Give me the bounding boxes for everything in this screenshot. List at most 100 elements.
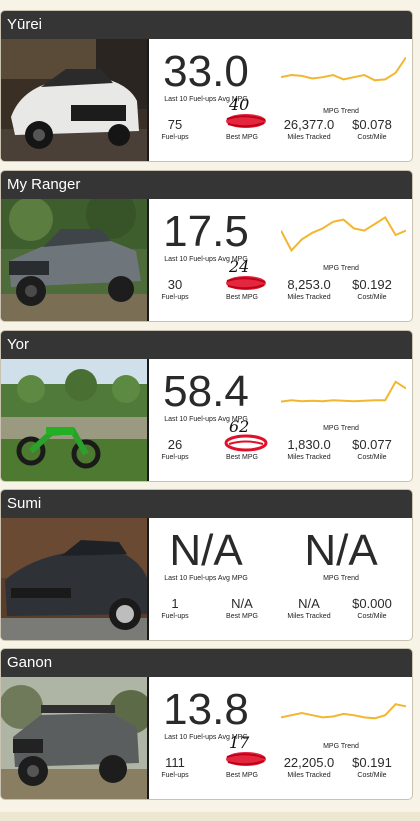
vehicle-name[interactable]: Yor	[1, 331, 412, 359]
vehicle-name[interactable]: My Ranger	[1, 171, 412, 199]
avg-mpg-label: Last 10 Fuel-ups Avg MPG	[164, 256, 248, 263]
avg-mpg-value: 33.0	[163, 47, 249, 96]
vehicle-photo[interactable]	[1, 359, 149, 481]
mpg-trend-label: MPG Trend	[323, 108, 359, 115]
fuelups-value: 1	[171, 596, 179, 611]
best-mpg-value	[217, 117, 267, 133]
mpg-trend-chart	[281, 380, 406, 403]
mpg-trend-label: MPG Trend	[323, 575, 359, 582]
vehicle-photo[interactable]	[1, 677, 149, 799]
avg-mpg-value: 17.5	[163, 207, 249, 256]
vehicle-name[interactable]: Yūrei	[1, 11, 412, 39]
vehicle-card[interactable]: Yor 58.4 Last 10 Fuel-ups Avg MPG MPG Tr…	[0, 330, 413, 482]
best-mpg-label: Best MPG	[226, 454, 258, 461]
miles-value: 8,253.0	[287, 277, 331, 292]
fuelups-stat: 26 Fuel-ups	[155, 437, 195, 463]
miles-stat: 26,377.0 Miles Tracked	[279, 117, 339, 143]
mpg-trend-label: MPG Trend	[323, 265, 359, 272]
mpg-trend-chart	[281, 56, 406, 82]
fuelups-stat: 75 Fuel-ups	[155, 117, 195, 143]
cost-value: $0.000	[352, 596, 392, 611]
cost-stat: $0.077 Cost/Mile	[347, 437, 397, 463]
best-mpg-label: Best MPG	[226, 613, 258, 620]
vehicle-card[interactable]: Ganon 13.8 Last 10 Fuel-ups Avg MPG MPG …	[0, 648, 413, 800]
fuelups-label: Fuel-ups	[161, 454, 189, 461]
fuelups-stat: 111 Fuel-ups	[155, 755, 195, 781]
avg-mpg-label: Last 10 Fuel-ups Avg MPG	[164, 734, 248, 741]
cost-stat: $0.191 Cost/Mile	[347, 755, 397, 781]
trend-line	[281, 56, 406, 82]
best-mpg-label: Best MPG	[226, 772, 258, 779]
best-mpg-value	[217, 277, 267, 293]
cost-value: $0.077	[352, 437, 392, 452]
miles-value: N/A	[298, 596, 320, 611]
fuelups-value: 75	[167, 117, 183, 132]
vehicle-card[interactable]: My Ranger 17.5 Last 10 Fuel-ups Avg MPG …	[0, 170, 413, 322]
best-mpg-value	[217, 755, 267, 771]
mpg-trend-chart	[281, 703, 406, 720]
mpg-trend-na: N/A	[304, 526, 378, 575]
vehicle-name[interactable]: Sumi	[1, 490, 412, 518]
cost-value: $0.191	[352, 755, 392, 770]
cost-stat: $0.192 Cost/Mile	[347, 277, 397, 303]
cost-label: Cost/Mile	[357, 294, 387, 301]
miles-label: Miles Tracked	[287, 772, 331, 779]
best-mpg-label: Best MPG	[226, 294, 258, 301]
mpg-trend-label: MPG Trend	[323, 743, 359, 750]
vehicle-photo[interactable]	[1, 518, 149, 640]
trend-line	[281, 380, 406, 403]
fuelups-stat: 1 Fuel-ups	[155, 596, 195, 622]
best-mpg-stat: Best MPG	[217, 277, 267, 303]
miles-value: 26,377.0	[283, 117, 335, 132]
trend-line	[281, 703, 406, 720]
page-footer-strip	[0, 812, 420, 821]
best-mpg-stat: Best MPG	[217, 755, 267, 781]
fuelups-value: 26	[167, 437, 183, 452]
best-mpg-value	[217, 437, 267, 453]
mpg-trend-chart	[281, 216, 406, 253]
best-mpg-stat: Best MPG	[217, 117, 267, 143]
fuelups-label: Fuel-ups	[161, 613, 189, 620]
vehicle-card[interactable]: Sumi N/A Last 10 Fuel-ups Avg MPG N/A MP…	[0, 489, 413, 641]
avg-mpg-value: 58.4	[163, 367, 249, 416]
avg-mpg-value: 13.8	[163, 685, 249, 734]
vehicle-name[interactable]: Ganon	[1, 649, 412, 677]
fuelups-value: 111	[165, 755, 185, 770]
miles-label: Miles Tracked	[287, 454, 331, 461]
mpg-trend-label: MPG Trend	[323, 425, 359, 432]
avg-mpg-label: Last 10 Fuel-ups Avg MPG	[164, 575, 248, 582]
miles-label: Miles Tracked	[287, 134, 331, 141]
cost-value: $0.078	[352, 117, 392, 132]
vehicle-photo[interactable]	[1, 39, 149, 161]
miles-value: 1,830.0	[287, 437, 331, 452]
miles-stat: 1,830.0 Miles Tracked	[279, 437, 339, 463]
avg-mpg-label: Last 10 Fuel-ups Avg MPG	[164, 96, 248, 103]
cost-value: $0.192	[352, 277, 392, 292]
vehicle-photo[interactable]	[1, 199, 149, 321]
cost-label: Cost/Mile	[357, 613, 387, 620]
best-mpg-value: N/A	[231, 596, 253, 611]
best-mpg-label: Best MPG	[226, 134, 258, 141]
cost-stat: $0.078 Cost/Mile	[347, 117, 397, 143]
vehicle-card[interactable]: Yūrei 33.0 Last 10 Fuel-ups Avg MPG MPG …	[0, 10, 413, 162]
cost-label: Cost/Mile	[357, 134, 387, 141]
avg-mpg-value: N/A	[169, 526, 243, 575]
miles-stat: 8,253.0 Miles Tracked	[279, 277, 339, 303]
fuelups-stat: 30 Fuel-ups	[155, 277, 195, 303]
cost-label: Cost/Mile	[357, 772, 387, 779]
best-mpg-stat: N/A Best MPG	[217, 596, 267, 622]
miles-label: Miles Tracked	[287, 613, 331, 620]
fuelups-value: 30	[167, 277, 183, 292]
miles-value: 22,205.0	[283, 755, 335, 770]
miles-stat: 22,205.0 Miles Tracked	[279, 755, 339, 781]
fuelups-label: Fuel-ups	[161, 294, 189, 301]
best-mpg-stat: Best MPG	[217, 437, 267, 463]
trend-line	[281, 216, 406, 253]
cost-label: Cost/Mile	[357, 454, 387, 461]
avg-mpg-label: Last 10 Fuel-ups Avg MPG	[164, 416, 248, 423]
miles-stat: N/A Miles Tracked	[279, 596, 339, 622]
cost-stat: $0.000 Cost/Mile	[347, 596, 397, 622]
miles-label: Miles Tracked	[287, 294, 331, 301]
fuelups-label: Fuel-ups	[161, 134, 189, 141]
fuelups-label: Fuel-ups	[161, 772, 189, 779]
